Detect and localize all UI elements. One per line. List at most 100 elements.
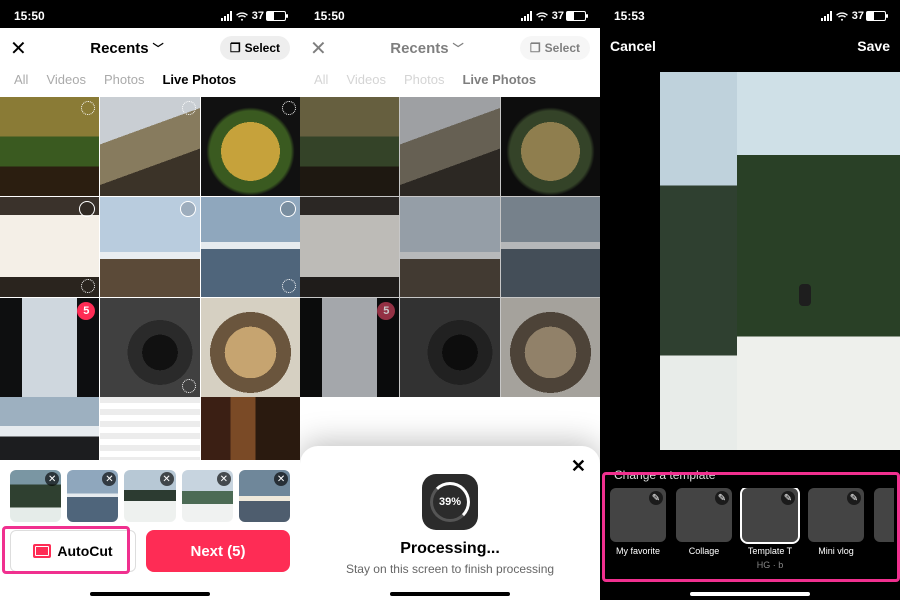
- chevron-down-icon: ﹀: [453, 40, 464, 56]
- photo-thumb: [501, 197, 600, 296]
- cellular-icon: [521, 11, 532, 21]
- photo-thumb[interactable]: 5: [0, 298, 99, 397]
- album-dropdown: Recents﹀: [342, 40, 512, 57]
- cellular-icon: [221, 11, 232, 21]
- photo-thumb[interactable]: [201, 197, 300, 296]
- remove-icon[interactable]: ✕: [160, 472, 174, 486]
- screen-template-editor: 15:53 37 Cancel Save Change a template ✎…: [600, 0, 900, 600]
- tab-photos[interactable]: Photos: [104, 72, 144, 87]
- select-circle[interactable]: [280, 201, 296, 217]
- photo-thumb[interactable]: [100, 97, 199, 196]
- multiselect-button: ❐Select: [520, 36, 590, 60]
- multiselect-button[interactable]: ❐Select: [220, 36, 290, 60]
- processing-title: Processing...: [316, 540, 584, 558]
- processing-subtitle: Stay on this screen to finish processing: [316, 562, 584, 576]
- close-button[interactable]: ✕: [10, 36, 34, 61]
- wifi-icon: [835, 11, 849, 21]
- template-option[interactable]: ✎ Collage: [676, 488, 732, 570]
- battery-indicator: 37: [852, 10, 886, 22]
- photo-thumb[interactable]: [201, 97, 300, 196]
- battery-indicator: 37: [252, 10, 286, 22]
- selected-thumb[interactable]: ✕: [239, 470, 290, 522]
- live-photo-icon: [282, 101, 296, 115]
- photo-grid: 5: [300, 97, 600, 397]
- save-button[interactable]: Save: [857, 38, 890, 54]
- autocut-button[interactable]: AutoCut: [10, 530, 136, 572]
- selected-thumb[interactable]: ✕: [10, 470, 61, 522]
- selected-thumb[interactable]: ✕: [182, 470, 233, 522]
- live-photo-icon: [182, 379, 196, 393]
- screen-processing: 15:50 37 ✕ Recents﹀ ❐Select All Videos P…: [300, 0, 600, 600]
- template-option[interactable]: C: [874, 488, 894, 570]
- video-preview[interactable]: [660, 72, 900, 450]
- live-photo-icon: [81, 279, 95, 293]
- photo-thumb: [300, 197, 399, 296]
- status-bar: 15:53 37: [600, 0, 900, 28]
- tab-all[interactable]: All: [14, 72, 28, 87]
- modal-close-button[interactable]: ✕: [571, 456, 586, 477]
- select-circle[interactable]: [180, 201, 196, 217]
- selected-strip: ✕ ✕ ✕ ✕ ✕: [6, 466, 294, 530]
- stack-icon: ❐: [530, 41, 541, 55]
- status-bar: 15:50 37: [300, 0, 600, 28]
- clock: 15:53: [614, 9, 645, 23]
- select-circle[interactable]: [79, 201, 95, 217]
- tab-live-photos[interactable]: Live Photos: [162, 72, 236, 87]
- template-option[interactable]: ✎ My favorite: [610, 488, 666, 570]
- photo-thumb[interactable]: [100, 298, 199, 397]
- template-edit-icon[interactable]: ✎: [649, 491, 663, 505]
- template-header: Change a template: [608, 468, 894, 488]
- template-option-selected[interactable]: ✎ Template T HG · b: [742, 488, 798, 570]
- tab-photos: Photos: [404, 72, 444, 87]
- photo-grid: 5: [0, 97, 300, 397]
- photo-thumb[interactable]: [201, 397, 300, 469]
- remove-icon[interactable]: ✕: [45, 472, 59, 486]
- photo-thumb: [501, 298, 600, 397]
- home-indicator[interactable]: [690, 592, 810, 596]
- battery-indicator: 37: [552, 10, 586, 22]
- progress-indicator: 39%: [422, 474, 478, 530]
- template-edit-icon[interactable]: ✎: [847, 491, 861, 505]
- photo-thumb: [400, 97, 499, 196]
- album-dropdown[interactable]: Recents﹀: [42, 40, 212, 57]
- photo-thumb: [400, 197, 499, 296]
- photo-thumb[interactable]: [100, 397, 199, 469]
- home-indicator[interactable]: [390, 592, 510, 596]
- selected-thumb[interactable]: ✕: [124, 470, 175, 522]
- tab-videos[interactable]: Videos: [46, 72, 86, 87]
- wifi-icon: [535, 11, 549, 21]
- screen-gallery-selection: 15:50 37 ✕ Recents﹀ ❐Select All Videos P…: [0, 0, 300, 600]
- selected-thumb[interactable]: ✕: [67, 470, 118, 522]
- photo-thumb[interactable]: [201, 298, 300, 397]
- remove-icon[interactable]: ✕: [102, 472, 116, 486]
- photo-thumb[interactable]: [0, 197, 99, 296]
- photo-thumb[interactable]: [0, 397, 99, 469]
- remove-icon[interactable]: ✕: [274, 472, 288, 486]
- status-bar: 15:50 37: [0, 0, 300, 28]
- filter-tabs: All Videos Photos Live Photos: [0, 68, 300, 97]
- live-photo-icon: [282, 279, 296, 293]
- tab-videos: Videos: [346, 72, 386, 87]
- selection-tray: ✕ ✕ ✕ ✕ ✕ AutoCut Next (5): [0, 460, 300, 600]
- template-edit-icon[interactable]: ✎: [781, 491, 795, 505]
- close-button: ✕: [310, 36, 334, 61]
- photo-thumb[interactable]: [100, 197, 199, 296]
- processing-modal: ✕ 39% Processing... Stay on this screen …: [300, 446, 600, 600]
- cancel-button[interactable]: Cancel: [610, 38, 656, 54]
- remove-icon[interactable]: ✕: [217, 472, 231, 486]
- selection-count-badge: 5: [377, 302, 395, 320]
- autocut-icon: [33, 544, 51, 558]
- selection-count-badge: 5: [77, 302, 95, 320]
- photo-thumb: 5: [300, 298, 399, 397]
- photo-thumb: [300, 97, 399, 196]
- template-panel: Change a template ✎ My favorite ✎ Collag…: [602, 460, 900, 578]
- photo-thumb: [501, 97, 600, 196]
- wifi-icon: [235, 11, 249, 21]
- template-option[interactable]: ✎ Mini vlog: [808, 488, 864, 570]
- home-indicator[interactable]: [90, 592, 210, 596]
- next-button[interactable]: Next (5): [146, 530, 290, 572]
- photo-thumb[interactable]: [0, 97, 99, 196]
- clock: 15:50: [14, 9, 45, 23]
- template-edit-icon[interactable]: ✎: [715, 491, 729, 505]
- live-photo-icon: [182, 101, 196, 115]
